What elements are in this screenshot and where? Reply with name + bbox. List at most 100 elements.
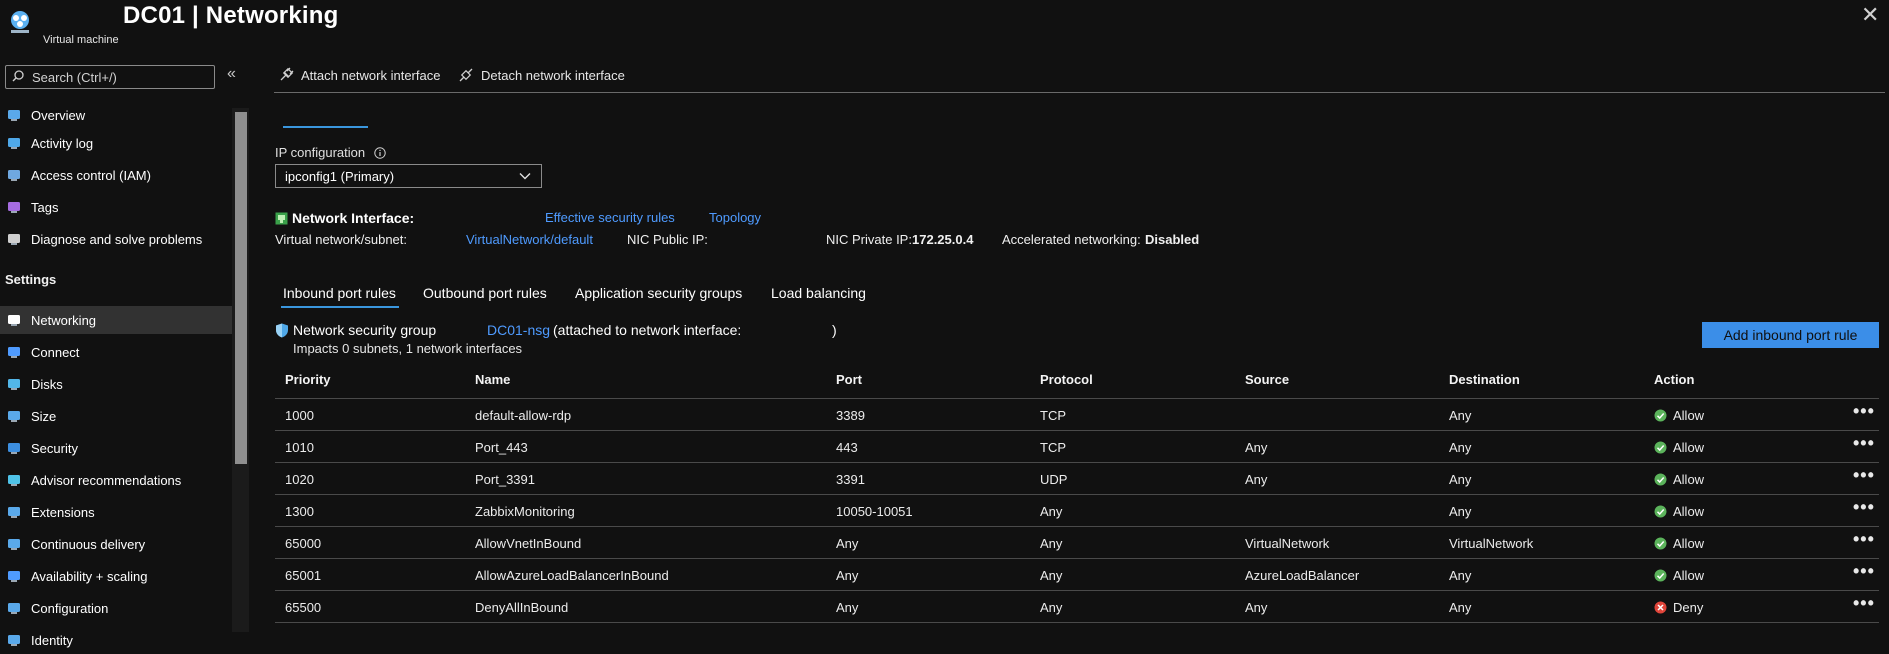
delivery-icon — [5, 535, 23, 553]
col-header-action[interactable]: Action — [1654, 372, 1694, 387]
add-inbound-port-rule-button[interactable]: Add inbound port rule — [1702, 322, 1879, 348]
close-icon[interactable]: ✕ — [1861, 4, 1879, 26]
sidebar-item-identity[interactable]: Identity — [0, 626, 232, 654]
ipconfig-select[interactable]: ipconfig1 (Primary) — [275, 164, 542, 188]
accel-label: Accelerated networking: — [1002, 232, 1141, 247]
vnet-link[interactable]: VirtualNetwork/default — [466, 232, 593, 247]
sidebar-item-availability-scaling[interactable]: Availability + scaling — [0, 562, 232, 590]
table-row[interactable]: 1010 Port_443 443 TCP Any Any Allow ••• — [275, 431, 1879, 463]
sidebar-item-label: Networking — [31, 312, 97, 328]
col-header-destination[interactable]: Destination — [1449, 372, 1520, 387]
cell-name: AllowVnetInBound — [475, 536, 582, 551]
cell-priority: 65500 — [285, 600, 322, 615]
sidebar-item-label: Connect — [31, 344, 80, 360]
action-label: Allow — [1673, 504, 1705, 519]
sidebar-item-activity-log[interactable]: Activity log — [0, 129, 232, 157]
col-header-port[interactable]: Port — [836, 372, 862, 387]
cell-action: Allow — [1654, 408, 1704, 423]
sidebar-item-extensions[interactable]: Extensions — [0, 498, 232, 526]
tab-inbound-port-rules[interactable]: Inbound port rules — [283, 285, 396, 301]
more-options-icon[interactable]: ••• — [1853, 593, 1875, 614]
tab-load-balancing[interactable]: Load balancing — [771, 285, 866, 301]
cell-action: Deny — [1654, 600, 1703, 615]
cell-destination: Any — [1449, 504, 1472, 519]
nsg-closing-paren: ) — [832, 322, 837, 338]
sidebar-item-disks[interactable]: Disks — [0, 370, 232, 398]
table-row[interactable]: 65500 DenyAllInBound Any Any Any Any Deny ••• — [275, 591, 1879, 623]
cell-source: VirtualNetwork — [1245, 536, 1330, 551]
table-row[interactable]: 1000 default-allow-rdp 3389 TCP Any Allow ••• — [275, 399, 1879, 431]
sidebar-item-security[interactable]: Security — [0, 434, 232, 462]
shield-icon — [5, 439, 23, 457]
collapse-sidebar-button[interactable]: « — [227, 65, 236, 83]
sidebar-item-size[interactable]: Size — [0, 402, 232, 430]
topology-link[interactable]: Topology — [709, 210, 761, 225]
cell-destination: Any — [1449, 600, 1472, 615]
cell-priority: 1000 — [285, 408, 314, 423]
more-options-icon[interactable]: ••• — [1853, 529, 1875, 550]
cell-port: Any — [836, 536, 859, 551]
search-input[interactable] — [30, 67, 212, 87]
sidebar-item-continuous-delivery[interactable]: Continuous delivery — [0, 530, 232, 558]
sidebar-item-label: Identity — [31, 632, 73, 648]
allow-check-icon — [1654, 441, 1667, 454]
sidebar-item-advisor-recommendations[interactable]: Advisor recommendations — [0, 466, 232, 494]
monitor-icon — [5, 106, 23, 124]
cell-port: 3389 — [836, 408, 865, 423]
detach-network-interface-button[interactable]: Detach network interface — [458, 67, 625, 83]
col-header-priority[interactable]: Priority — [285, 372, 331, 387]
sidebar-item-access-control-iam[interactable]: Access control (IAM) — [0, 161, 232, 189]
sidebar-item-connect[interactable]: Connect — [0, 338, 232, 366]
cell-port: 10050-10051 — [836, 504, 913, 519]
sidebar-item-label: Disks — [31, 376, 63, 392]
col-header-name[interactable]: Name — [475, 372, 510, 387]
cell-name: Port_3391 — [475, 472, 535, 487]
private-ip-label: NIC Private IP: — [826, 232, 912, 247]
connect-icon — [5, 343, 23, 361]
sidebar-scrollbar-thumb[interactable] — [235, 112, 247, 464]
sidebar-item-networking[interactable]: Networking — [0, 306, 232, 334]
more-options-icon[interactable]: ••• — [1853, 465, 1875, 486]
cell-port: 443 — [836, 440, 858, 455]
tab-application-security-groups[interactable]: Application security groups — [575, 285, 742, 301]
cell-protocol: TCP — [1040, 440, 1066, 455]
cell-name: AllowAzureLoadBalancerInBound — [475, 568, 669, 583]
allow-check-icon — [1654, 473, 1667, 486]
col-header-source[interactable]: Source — [1245, 372, 1289, 387]
table-row[interactable]: 65000 AllowVnetInBound Any Any VirtualNetwor… — [275, 527, 1879, 559]
effective-security-rules-link[interactable]: Effective security rules — [545, 210, 675, 225]
more-options-icon[interactable]: ••• — [1853, 497, 1875, 518]
identity-icon — [5, 631, 23, 649]
nic-tab-indicator[interactable] — [283, 126, 368, 128]
sidebar-item-tags[interactable]: Tags — [0, 193, 232, 221]
more-options-icon[interactable]: ••• — [1853, 561, 1875, 582]
nsg-impacts: Impacts 0 subnets, 1 network interfaces — [293, 341, 523, 356]
search-icon — [12, 70, 24, 82]
cell-destination: Any — [1449, 408, 1472, 423]
nsg-link[interactable]: DC01-nsg — [487, 322, 550, 338]
sidebar-item-label: Continuous delivery — [31, 536, 146, 552]
nic-label-row: Network Interface: — [275, 210, 414, 226]
nic-label: Network Interface: — [292, 210, 415, 226]
sidebar-item-configuration[interactable]: Configuration — [0, 594, 232, 622]
extensions-icon — [5, 503, 23, 521]
public-ip-label: NIC Public IP: — [627, 232, 708, 247]
col-header-protocol[interactable]: Protocol — [1040, 372, 1093, 387]
table-row[interactable]: 1300 ZabbixMonitoring 10050-10051 Any Any All… — [275, 495, 1879, 527]
shield-icon — [276, 323, 288, 337]
table-row[interactable]: 65001 AllowAzureLoadBalancerInBound Any Any… — [275, 559, 1879, 591]
tab-outbound-port-rules[interactable]: Outbound port rules — [423, 285, 547, 301]
info-icon[interactable] — [374, 146, 386, 159]
cell-destination: VirtualNetwork — [1449, 536, 1534, 551]
more-options-icon[interactable]: ••• — [1853, 433, 1875, 454]
table-row[interactable]: 1020 Port_3391 3391 UDP Any Any Allow ••• — [275, 463, 1879, 495]
sidebar-item-overview[interactable]: Overview — [0, 101, 232, 129]
sidebar-item-label: Diagnose and solve problems — [31, 231, 203, 247]
search-box[interactable] — [5, 65, 215, 89]
attach-network-interface-button[interactable]: Attach network interface — [278, 67, 440, 83]
cell-action: Allow — [1654, 504, 1704, 519]
settings-heading: Settings — [5, 272, 57, 287]
action-label: Allow — [1673, 472, 1705, 487]
more-options-icon[interactable]: ••• — [1853, 401, 1875, 422]
sidebar-item-diagnose-and-solve-problems[interactable]: Diagnose and solve problems — [0, 225, 232, 253]
